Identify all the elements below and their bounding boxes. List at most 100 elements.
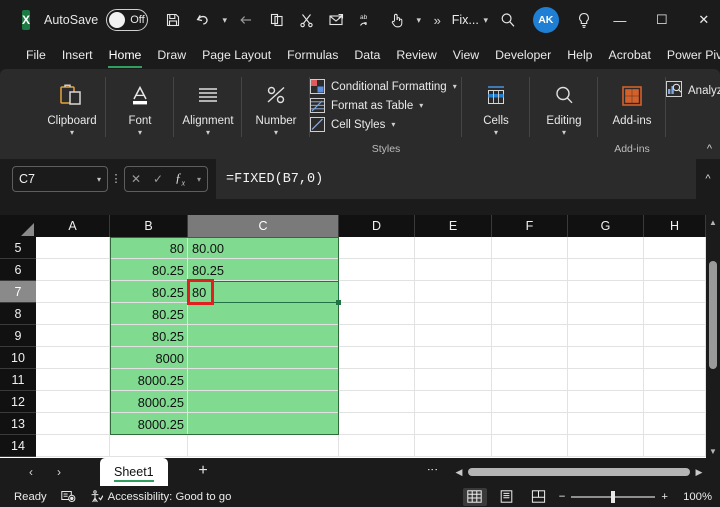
zoom-out-button[interactable]: −: [559, 491, 566, 503]
zoom-slider-knob[interactable]: [611, 491, 615, 503]
cell-styles-button[interactable]: Cell Styles ▾: [310, 117, 462, 132]
column-header-d[interactable]: D: [339, 215, 415, 237]
tab-file[interactable]: File: [18, 43, 54, 68]
page-break-preview-icon[interactable]: [527, 488, 551, 506]
minimize-button[interactable]: —: [599, 0, 641, 40]
clipboard-chevron-down-icon[interactable]: ▾: [70, 128, 74, 138]
tab-formulas[interactable]: Formulas: [279, 43, 346, 68]
name-box[interactable]: C7 ▾: [12, 166, 108, 192]
row-header-6[interactable]: 6: [0, 259, 36, 281]
vertical-scrollbar-thumb[interactable]: [709, 261, 717, 369]
cells-button[interactable]: Cells ▾: [462, 71, 530, 138]
zoom-in-button[interactable]: +: [661, 491, 668, 503]
accessibility-status[interactable]: Accessibility: Good to go: [90, 490, 232, 503]
cell-a13[interactable]: [36, 413, 110, 435]
number-button[interactable]: Number ▾: [242, 71, 310, 138]
number-chevron-down-icon[interactable]: ▾: [274, 128, 278, 138]
sheet-tab-sheet1[interactable]: Sheet1: [100, 458, 168, 486]
cell-a11[interactable]: [36, 369, 110, 391]
cell-c13[interactable]: [188, 413, 339, 435]
add-sheet-button[interactable]: +: [192, 461, 214, 481]
avatar[interactable]: AK: [533, 7, 559, 33]
conditional-formatting-button[interactable]: Conditional Formatting ▾: [310, 79, 462, 94]
ideas-icon[interactable]: [569, 5, 599, 35]
row-header-14[interactable]: 14: [0, 435, 36, 457]
scroll-left-arrow-icon[interactable]: ◀: [452, 465, 466, 479]
alignment-button[interactable]: Alignment ▾: [174, 71, 242, 138]
tab-data[interactable]: Data: [346, 43, 388, 68]
row-header-5[interactable]: 5: [0, 237, 36, 259]
tab-developer[interactable]: Developer: [487, 43, 559, 68]
column-header-b[interactable]: B: [110, 215, 188, 237]
tab-home[interactable]: Home: [101, 43, 150, 68]
prev-sheet-button[interactable]: ‹: [18, 462, 44, 482]
font-chevron-down-icon[interactable]: ▾: [138, 128, 142, 138]
scroll-right-arrow-icon[interactable]: ▶: [692, 465, 706, 479]
qat-overflow-icon[interactable]: »: [426, 13, 448, 28]
conditional-formatting-chevron-down-icon[interactable]: ▾: [453, 82, 457, 91]
sheet-bar-options-icon[interactable]: ⋮: [430, 464, 434, 475]
cell-a8[interactable]: [36, 303, 110, 325]
open-recent-icon[interactable]: [322, 5, 352, 35]
copy-icon[interactable]: [262, 5, 292, 35]
cell-a7[interactable]: [36, 281, 110, 303]
column-header-a[interactable]: A: [36, 215, 110, 237]
cell-column-h[interactable]: [644, 237, 706, 457]
cell-column-f[interactable]: [492, 237, 568, 457]
filename-dropdown-icon[interactable]: ▾: [479, 5, 493, 35]
formula-input[interactable]: =FIXED(B7,0): [216, 159, 696, 199]
maximize-button[interactable]: ☐: [641, 0, 683, 40]
cell-styles-chevron-down-icon[interactable]: ▾: [391, 120, 395, 129]
column-header-e[interactable]: E: [415, 215, 492, 237]
cut-icon[interactable]: [292, 5, 322, 35]
undo-dropdown-icon[interactable]: ▾: [218, 5, 232, 35]
zoom-control[interactable]: − + 100%: [559, 491, 712, 503]
redo-icon[interactable]: [232, 5, 262, 35]
tab-help[interactable]: Help: [559, 43, 600, 68]
tab-acrobat[interactable]: Acrobat: [601, 43, 659, 68]
cell-c12[interactable]: [188, 391, 339, 413]
cell-c9[interactable]: [188, 325, 339, 347]
spelling-icon[interactable]: ab: [352, 5, 382, 35]
page-layout-view-icon[interactable]: [495, 488, 519, 506]
cell-column-g[interactable]: [568, 237, 644, 457]
normal-view-icon[interactable]: [463, 488, 487, 506]
cell-a14[interactable]: [36, 435, 110, 457]
column-header-g[interactable]: G: [568, 215, 644, 237]
touch-mode-icon[interactable]: [382, 5, 412, 35]
undo-icon[interactable]: [188, 5, 218, 35]
autosave-toggle[interactable]: Off: [106, 9, 147, 31]
select-all-corner[interactable]: [0, 215, 36, 237]
cell-b14[interactable]: [110, 435, 188, 457]
chevron-down-icon[interactable]: ▾: [97, 175, 101, 184]
alignment-chevron-down-icon[interactable]: ▾: [206, 128, 210, 138]
tab-insert[interactable]: Insert: [54, 43, 101, 68]
horizontal-scrollbar[interactable]: ◀ ▶: [452, 465, 706, 479]
formula-chevron-down-icon[interactable]: ▾: [197, 175, 201, 184]
column-header-h[interactable]: H: [644, 215, 706, 237]
expand-formula-bar-icon[interactable]: ^: [696, 173, 720, 185]
scroll-down-arrow-icon[interactable]: ▼: [706, 444, 720, 458]
horizontal-scrollbar-thumb[interactable]: [468, 468, 690, 476]
collapse-ribbon-icon[interactable]: ^: [707, 143, 712, 155]
column-header-c[interactable]: C: [188, 215, 339, 237]
cell-a10[interactable]: [36, 347, 110, 369]
next-sheet-button[interactable]: ›: [46, 462, 72, 482]
editing-chevron-down-icon[interactable]: ▾: [562, 128, 566, 138]
enter-icon[interactable]: ✓: [153, 172, 163, 186]
analyze-data-button[interactable]: Analyze Data: [666, 71, 720, 100]
cell-a5[interactable]: [36, 237, 110, 259]
cell-a12[interactable]: [36, 391, 110, 413]
format-as-table-chevron-down-icon[interactable]: ▾: [419, 101, 423, 110]
cell-column-e[interactable]: [415, 237, 492, 457]
tab-view[interactable]: View: [445, 43, 487, 68]
cells-chevron-down-icon[interactable]: ▾: [494, 128, 498, 138]
row-header-13[interactable]: 13: [0, 413, 36, 435]
tab-draw[interactable]: Draw: [149, 43, 194, 68]
zoom-slider[interactable]: [571, 491, 655, 503]
scroll-up-arrow-icon[interactable]: ▲: [706, 215, 720, 229]
tab-power-pivot[interactable]: Power Pivot: [659, 43, 720, 68]
column-header-f[interactable]: F: [492, 215, 568, 237]
search-icon[interactable]: [493, 5, 523, 35]
document-filename[interactable]: Fix...: [452, 13, 479, 27]
